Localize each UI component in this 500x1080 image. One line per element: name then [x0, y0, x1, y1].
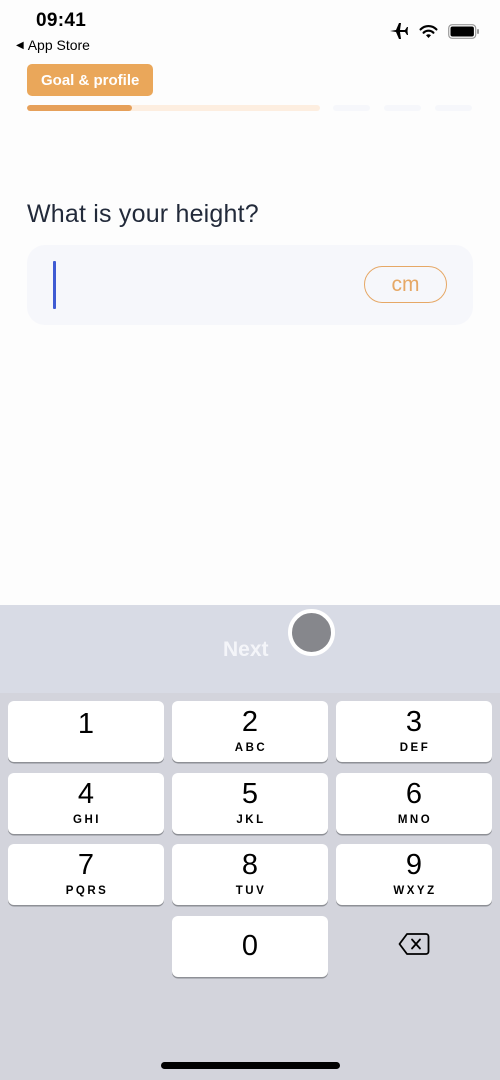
unit-toggle[interactable]: cm	[364, 266, 447, 303]
key-5[interactable]: 5 JKL	[172, 773, 328, 834]
progress-fill	[27, 105, 133, 111]
key-9[interactable]: 9 WXYZ	[336, 844, 492, 905]
question-title: What is your height?	[27, 200, 259, 228]
touch-indicator	[288, 609, 335, 656]
key-letters: GHI	[73, 814, 101, 826]
height-input-card[interactable]: cm	[27, 245, 473, 325]
text-caret	[53, 261, 56, 309]
numeric-keyboard: Next 1 2 ABC 3 DEF 4 GHI 5 JKL 6 MNO 7 P…	[0, 605, 500, 1080]
key-digit: 6	[405, 778, 423, 810]
progress-segment-current	[27, 105, 320, 111]
key-3[interactable]: 3 DEF	[336, 701, 492, 762]
key-letters: MNO	[397, 814, 433, 826]
key-letters: ABC	[234, 742, 268, 754]
progress-segment	[435, 105, 472, 111]
back-triangle-icon: ◀	[16, 39, 24, 51]
key-7[interactable]: 7 PQRS	[8, 844, 164, 905]
key-digit: 9	[405, 849, 423, 881]
key-digit: 0	[241, 930, 259, 962]
key-digit: 4	[77, 778, 95, 810]
keyboard-accessory-bar: Next	[0, 605, 500, 693]
onboarding-progress	[0, 105, 500, 111]
key-digit: 3	[405, 706, 423, 738]
key-digit: 5	[241, 778, 259, 810]
key-letters: JKL	[236, 814, 266, 826]
key-letters: PQRS	[65, 885, 109, 897]
key-letters: DEF	[399, 742, 431, 754]
key-digit: 1	[77, 708, 95, 740]
key-0[interactable]: 0	[172, 916, 328, 977]
section-badge: Goal & profile	[27, 64, 154, 96]
backspace-key[interactable]	[336, 916, 492, 977]
home-indicator[interactable]	[161, 1062, 340, 1069]
progress-segment	[384, 105, 421, 111]
key-digit: 7	[77, 849, 95, 881]
back-to-app-store-link[interactable]: ◀ App Store	[16, 37, 90, 53]
key-digit: 2	[241, 706, 259, 738]
status-icons	[389, 22, 480, 40]
progress-segment	[333, 105, 370, 111]
key-1[interactable]: 1	[8, 701, 164, 762]
key-2[interactable]: 2 ABC	[172, 701, 328, 762]
key-6[interactable]: 6 MNO	[336, 773, 492, 834]
status-bar: 09:41 ◀ App Store	[0, 0, 500, 60]
status-time: 09:41	[36, 10, 87, 31]
backspace-icon	[398, 932, 430, 961]
next-button[interactable]: Next	[223, 638, 269, 662]
key-4[interactable]: 4 GHI	[8, 773, 164, 834]
wifi-icon	[419, 24, 438, 39]
key-letters: WXYZ	[393, 885, 437, 897]
key-letters: TUV	[235, 885, 267, 897]
back-app-label: App Store	[27, 37, 90, 53]
battery-icon	[448, 23, 480, 39]
key-digit: 8	[241, 849, 259, 881]
airplane-icon	[389, 22, 409, 40]
height-input[interactable]	[51, 255, 351, 315]
key-8[interactable]: 8 TUV	[172, 844, 328, 905]
